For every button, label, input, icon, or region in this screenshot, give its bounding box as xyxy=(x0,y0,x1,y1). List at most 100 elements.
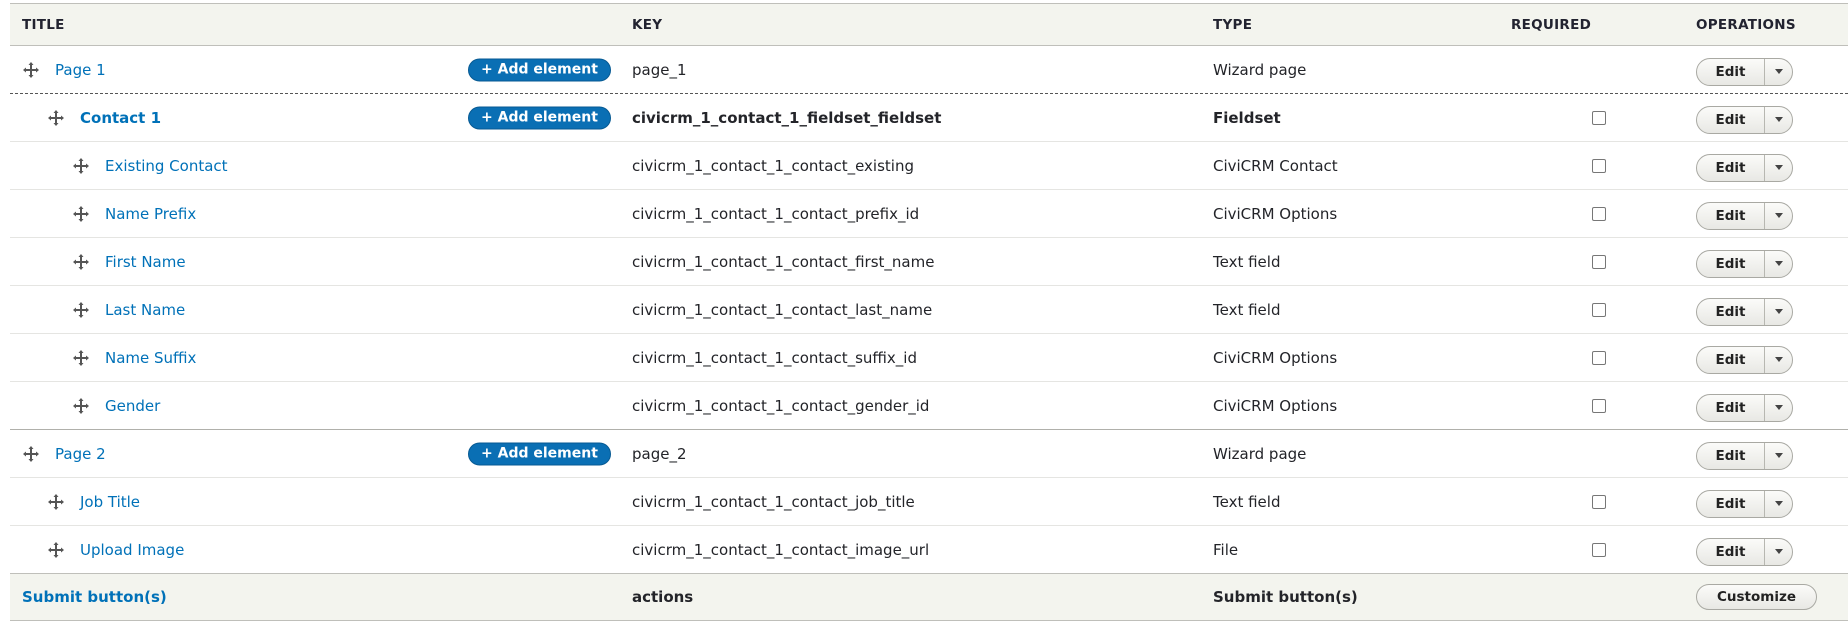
row-type: CiviCRM Options xyxy=(1213,396,1338,415)
header-operations: OPERATIONS xyxy=(1696,17,1796,33)
operations-dropdown-toggle[interactable] xyxy=(1765,155,1792,181)
operations-dropdown-toggle[interactable] xyxy=(1765,491,1792,517)
edit-button[interactable]: Edit xyxy=(1697,106,1765,133)
required-checkbox[interactable] xyxy=(1592,542,1606,557)
edit-button[interactable]: Edit xyxy=(1697,298,1765,325)
operations-split-button: Edit xyxy=(1696,249,1793,278)
caret-down-icon xyxy=(1774,549,1783,554)
drag-handle-icon[interactable] xyxy=(72,397,90,415)
row-key: civicrm_1_contact_1_contact_existing xyxy=(632,156,914,175)
table-row: Last Name civicrm_1_contact_1_contact_la… xyxy=(10,286,1848,334)
operations-dropdown-toggle[interactable] xyxy=(1765,203,1792,229)
drag-handle-icon[interactable] xyxy=(72,301,90,319)
edit-button[interactable]: Edit xyxy=(1697,202,1765,229)
row-title-link[interactable]: Name Suffix xyxy=(105,349,196,367)
row-title-link[interactable]: Upload Image xyxy=(80,541,184,559)
required-checkbox[interactable] xyxy=(1592,494,1606,509)
edit-button[interactable]: Edit xyxy=(1697,538,1765,565)
operations-split-button: Edit xyxy=(1696,345,1793,374)
row-key: civicrm_1_contact_1_fieldset_fieldset xyxy=(632,108,942,127)
edit-button[interactable]: Edit xyxy=(1697,394,1765,421)
drag-handle-icon[interactable] xyxy=(72,253,90,271)
caret-down-icon xyxy=(1774,309,1783,314)
drag-handle-icon[interactable] xyxy=(72,157,90,175)
edit-button[interactable]: Edit xyxy=(1697,58,1765,85)
row-title-link[interactable]: Name Prefix xyxy=(105,205,196,223)
drag-handle-icon[interactable] xyxy=(72,205,90,223)
edit-button[interactable]: Edit xyxy=(1697,490,1765,517)
drag-handle-icon[interactable] xyxy=(22,61,40,79)
table-row: Contact 1 + Add element civicrm_1_contac… xyxy=(10,94,1848,142)
row-type: Text field xyxy=(1213,492,1281,511)
operations-dropdown-toggle[interactable] xyxy=(1765,443,1792,469)
operations-split-button: Edit xyxy=(1696,441,1793,470)
caret-down-icon xyxy=(1774,69,1783,74)
required-checkbox[interactable] xyxy=(1592,206,1606,221)
operations-split-button: Edit xyxy=(1696,105,1793,134)
row-type: Submit button(s) xyxy=(1213,588,1358,606)
row-title-link[interactable]: Existing Contact xyxy=(105,157,228,175)
drag-handle-icon[interactable] xyxy=(72,349,90,367)
row-key: civicrm_1_contact_1_contact_prefix_id xyxy=(632,204,920,223)
operations-split-button: Edit xyxy=(1696,537,1793,566)
row-key: actions xyxy=(632,588,694,606)
edit-button[interactable]: Edit xyxy=(1697,154,1765,181)
edit-button[interactable]: Edit xyxy=(1697,250,1765,277)
operations-split-button: Edit xyxy=(1696,489,1793,518)
drag-handle-icon[interactable] xyxy=(22,445,40,463)
edit-button[interactable]: Edit xyxy=(1697,346,1765,373)
required-checkbox[interactable] xyxy=(1592,158,1606,173)
caret-down-icon xyxy=(1774,261,1783,266)
operations-dropdown-toggle[interactable] xyxy=(1765,395,1792,421)
submit-buttons-link[interactable]: Submit button(s) xyxy=(22,588,167,606)
row-key: civicrm_1_contact_1_contact_job_title xyxy=(632,492,915,511)
row-title-link[interactable]: Page 2 xyxy=(55,445,106,463)
table-row: Name Suffix civicrm_1_contact_1_contact_… xyxy=(10,334,1848,382)
drag-handle-icon[interactable] xyxy=(47,109,65,127)
required-checkbox[interactable] xyxy=(1592,398,1606,413)
table-row: Existing Contact civicrm_1_contact_1_con… xyxy=(10,142,1848,190)
caret-down-icon xyxy=(1774,501,1783,506)
operations-split-button: Edit xyxy=(1696,201,1793,230)
edit-button[interactable]: Edit xyxy=(1697,442,1765,469)
operations-split-button: Edit xyxy=(1696,393,1793,422)
row-type: File xyxy=(1213,540,1239,559)
required-checkbox[interactable] xyxy=(1592,350,1606,365)
table-row: Gender civicrm_1_contact_1_contact_gende… xyxy=(10,382,1848,430)
row-title-link[interactable]: Last Name xyxy=(105,301,185,319)
row-title-link[interactable]: Contact 1 xyxy=(80,109,161,127)
required-checkbox[interactable] xyxy=(1592,254,1606,269)
operations-dropdown-toggle[interactable] xyxy=(1765,299,1792,325)
operations-dropdown-toggle[interactable] xyxy=(1765,539,1792,565)
header-type: TYPE xyxy=(1213,17,1253,33)
row-key: civicrm_1_contact_1_contact_suffix_id xyxy=(632,348,917,367)
row-title-link[interactable]: Gender xyxy=(105,397,160,415)
table-row: Page 1 + Add element page_1 Wizard page … xyxy=(10,46,1848,94)
row-type: CiviCRM Contact xyxy=(1213,156,1338,175)
row-type: Fieldset xyxy=(1213,108,1281,127)
drag-handle-icon[interactable] xyxy=(47,493,65,511)
caret-down-icon xyxy=(1774,357,1783,362)
required-checkbox[interactable] xyxy=(1592,302,1606,317)
customize-button[interactable]: Customize xyxy=(1696,584,1817,610)
row-key: page_1 xyxy=(632,60,687,79)
row-title-link[interactable]: First Name xyxy=(105,253,186,271)
row-key: civicrm_1_contact_1_contact_image_url xyxy=(632,540,930,559)
add-element-button[interactable]: + Add element xyxy=(468,106,611,129)
add-element-button[interactable]: + Add element xyxy=(468,58,611,81)
row-title-link[interactable]: Job Title xyxy=(80,493,140,511)
operations-dropdown-toggle[interactable] xyxy=(1765,251,1792,277)
submit-buttons-row: Submit button(s) actions Submit button(s… xyxy=(10,573,1848,621)
row-type: CiviCRM Options xyxy=(1213,204,1338,223)
operations-split-button: Edit xyxy=(1696,153,1793,182)
table-row: Upload Image civicrm_1_contact_1_contact… xyxy=(10,526,1848,573)
header-required: REQUIRED xyxy=(1511,17,1592,33)
drag-handle-icon[interactable] xyxy=(47,541,65,559)
caret-down-icon xyxy=(1774,165,1783,170)
operations-dropdown-toggle[interactable] xyxy=(1765,59,1792,85)
add-element-button[interactable]: + Add element xyxy=(468,442,611,465)
operations-dropdown-toggle[interactable] xyxy=(1765,347,1792,373)
row-title-link[interactable]: Page 1 xyxy=(55,61,106,79)
operations-dropdown-toggle[interactable] xyxy=(1765,107,1792,133)
required-checkbox[interactable] xyxy=(1592,110,1606,125)
